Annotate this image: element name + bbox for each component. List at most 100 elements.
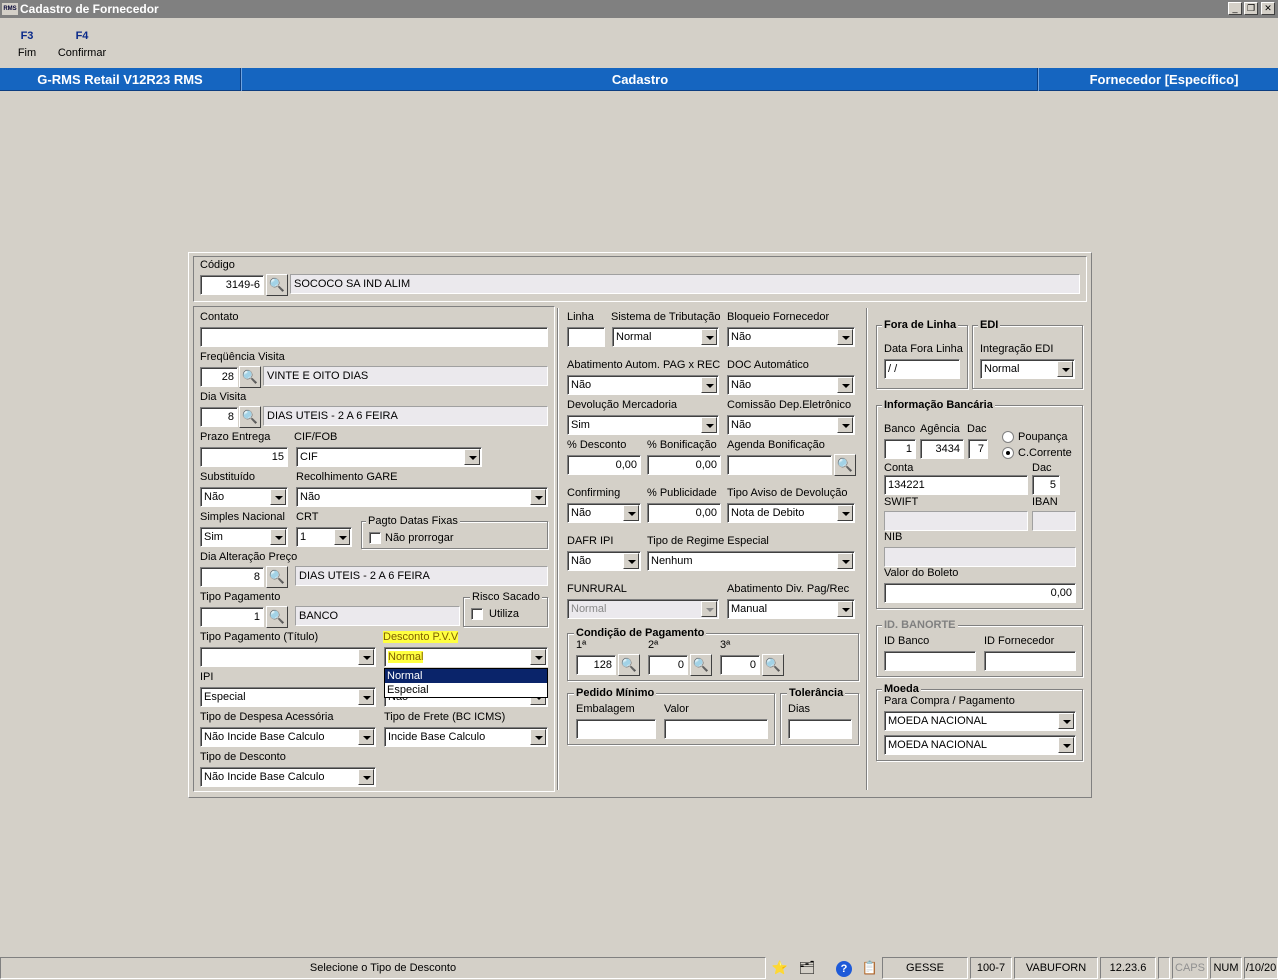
id-fornecedor-input[interactable] <box>984 651 1076 671</box>
moeda-select-2[interactable]: MOEDA NACIONAL <box>884 735 1076 755</box>
poupanca-radio[interactable] <box>1002 431 1014 443</box>
linha-input[interactable] <box>567 327 605 347</box>
pct-publicidade-input[interactable]: 0,00 <box>647 503 721 523</box>
pct-bonificacao-input[interactable]: 0,00 <box>647 455 721 475</box>
prazo-entrega-input[interactable]: 15 <box>200 447 288 467</box>
chevron-down-icon[interactable] <box>358 649 374 665</box>
recolhimento-gare-select[interactable]: Não <box>296 487 548 507</box>
confirming-select[interactable]: Não <box>567 503 641 523</box>
valor-boleto-input[interactable]: 0,00 <box>884 583 1076 603</box>
substituido-select[interactable]: Não <box>200 487 288 507</box>
chevron-down-icon[interactable] <box>464 449 480 465</box>
chevron-down-icon[interactable] <box>701 417 717 433</box>
comissao-dep-select[interactable]: Não <box>727 415 855 435</box>
binoculars-icon[interactable]: 🔍 <box>834 454 856 476</box>
cond-2-input[interactable]: 0 <box>648 655 688 675</box>
embalagem-input[interactable] <box>576 719 656 739</box>
dac2-input[interactable]: 5 <box>1032 475 1060 495</box>
f4-confirmar-button[interactable]: F4 Confirmar <box>56 30 108 59</box>
ipi-select[interactable]: Especial <box>200 687 376 707</box>
chevron-down-icon[interactable] <box>358 729 374 745</box>
freq-visita-input[interactable]: 28 <box>200 367 238 387</box>
bloqueio-fornecedor-select[interactable]: Não <box>727 327 855 347</box>
chevron-down-icon[interactable] <box>701 329 717 345</box>
chevron-down-icon[interactable] <box>1057 361 1073 377</box>
chevron-down-icon[interactable] <box>1058 713 1074 729</box>
abatimento-autom-select[interactable]: Não <box>567 375 719 395</box>
star-icon[interactable]: ⭐ <box>770 958 790 978</box>
chevron-down-icon[interactable] <box>358 689 374 705</box>
chevron-down-icon[interactable] <box>270 529 286 545</box>
chevron-down-icon[interactable] <box>530 729 546 745</box>
tipo-frete-select[interactable]: Incide Base Calculo <box>384 727 548 747</box>
binoculars-icon[interactable]: 🔍 <box>690 654 712 676</box>
integracao-edi-select[interactable]: Normal <box>980 359 1075 379</box>
nao-prorrogar-checkbox[interactable] <box>369 532 381 544</box>
banco-input[interactable]: 1 <box>884 439 916 459</box>
tipo-aviso-devolucao-select[interactable]: Nota de Debito <box>727 503 855 523</box>
dac-input[interactable]: 7 <box>968 439 988 459</box>
pct-desconto-input[interactable]: 0,00 <box>567 455 641 475</box>
tipo-desconto-select[interactable]: Não Incide Base Calculo <box>200 767 376 787</box>
minimize-icon[interactable]: _ <box>1228 2 1242 15</box>
dia-alteracao-input[interactable]: 8 <box>200 567 264 587</box>
cif-fob-select[interactable]: CIF <box>296 447 482 467</box>
tipo-pagamento-input[interactable]: 1 <box>200 607 264 627</box>
simples-nacional-select[interactable]: Sim <box>200 527 288 547</box>
binoculars-icon[interactable]: 🔍 <box>239 366 261 388</box>
binoculars-icon[interactable]: 🔍 <box>266 606 288 628</box>
moeda-select-1[interactable]: MOEDA NACIONAL <box>884 711 1076 731</box>
cond-3-input[interactable]: 0 <box>720 655 760 675</box>
binoculars-icon[interactable]: 🔍 <box>266 274 288 296</box>
chevron-down-icon[interactable] <box>837 601 853 617</box>
chevron-down-icon[interactable] <box>837 505 853 521</box>
chevron-down-icon[interactable] <box>837 553 853 569</box>
cond-1-input[interactable]: 128 <box>576 655 616 675</box>
id-banco-input[interactable] <box>884 651 976 671</box>
chevron-down-icon[interactable] <box>334 529 350 545</box>
help-icon[interactable]: ? <box>834 958 854 978</box>
chevron-down-icon[interactable] <box>623 505 639 521</box>
doc-automatico-select[interactable]: Não <box>727 375 855 395</box>
chevron-down-icon[interactable] <box>701 377 717 393</box>
binoculars-icon[interactable]: 🔍 <box>762 654 784 676</box>
utiliza-checkbox[interactable] <box>471 608 483 620</box>
dias-input[interactable] <box>788 719 852 739</box>
chevron-down-icon[interactable] <box>837 417 853 433</box>
agenda-bonificacao-input[interactable] <box>727 455 832 475</box>
user-card-icon[interactable]: 🗂 <box>794 958 820 978</box>
chevron-down-icon[interactable] <box>837 377 853 393</box>
binoculars-icon[interactable]: 🔍 <box>266 566 288 588</box>
chevron-down-icon[interactable] <box>1058 737 1074 753</box>
ccorrente-radio[interactable] <box>1002 447 1014 459</box>
chevron-down-icon[interactable] <box>530 649 546 665</box>
data-fora-linha-input[interactable]: / / <box>884 359 960 379</box>
tipo-regime-especial-select[interactable]: Nenhum <box>647 551 855 571</box>
dia-visita-input[interactable]: 8 <box>200 407 238 427</box>
dropdown-option-especial[interactable]: Especial <box>385 683 547 697</box>
close-icon[interactable]: ✕ <box>1261 2 1275 15</box>
binoculars-icon[interactable]: 🔍 <box>618 654 640 676</box>
agencia-input[interactable]: 3434 <box>920 439 964 459</box>
binoculars-icon[interactable]: 🔍 <box>239 406 261 428</box>
chevron-down-icon[interactable] <box>358 769 374 785</box>
sistema-tributacao-select[interactable]: Normal <box>612 327 719 347</box>
crt-select[interactable]: 1 <box>296 527 352 547</box>
dropdown-option-normal[interactable]: Normal <box>385 669 547 683</box>
desconto-pvv-select[interactable]: Normal <box>384 647 548 667</box>
tipo-pagamento-titulo-select[interactable] <box>200 647 376 667</box>
tipo-despesa-select[interactable]: Não Incide Base Calculo <box>200 727 376 747</box>
devolucao-mercadoria-select[interactable]: Sim <box>567 415 719 435</box>
chevron-down-icon[interactable] <box>837 329 853 345</box>
codigo-input[interactable]: 3149-6 <box>200 275 264 295</box>
dafr-ipi-select[interactable]: Não <box>567 551 641 571</box>
conta-input[interactable]: 134221 <box>884 475 1028 495</box>
f3-fim-button[interactable]: F3 Fim <box>14 30 40 59</box>
chevron-down-icon[interactable] <box>623 553 639 569</box>
valor-input[interactable] <box>664 719 768 739</box>
restore-icon[interactable]: ❐ <box>1244 2 1258 15</box>
chevron-down-icon[interactable] <box>530 489 546 505</box>
abatimento-div-select[interactable]: Manual <box>727 599 855 619</box>
chevron-down-icon[interactable] <box>270 489 286 505</box>
contato-input[interactable] <box>200 327 548 347</box>
